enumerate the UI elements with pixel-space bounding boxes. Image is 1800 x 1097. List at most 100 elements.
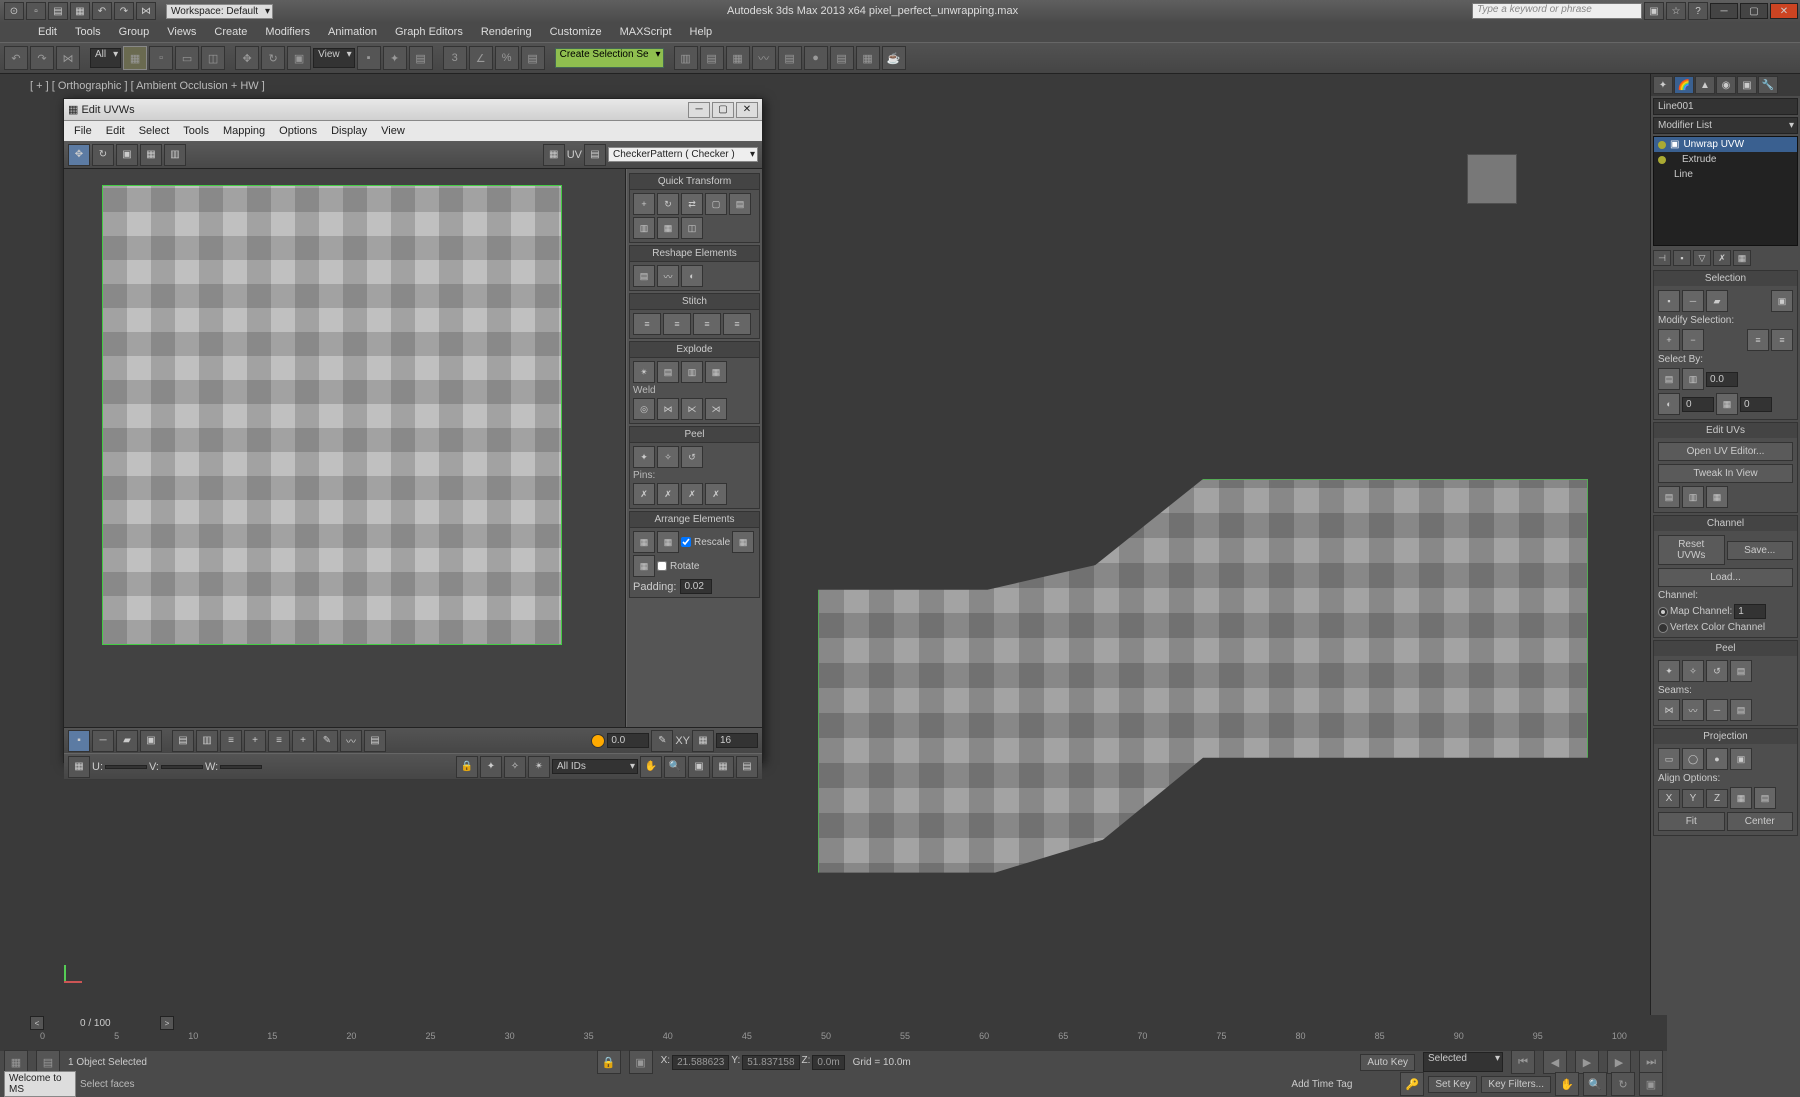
uv-close-button[interactable]: ✕ [736,102,758,118]
pack-1-icon[interactable]: ▦ [633,531,655,553]
uv-menu-options[interactable]: Options [273,123,323,139]
uv-w-field[interactable] [220,765,262,769]
menu-group[interactable]: Group [111,24,158,40]
show-end-icon[interactable]: ▪ [1673,250,1691,266]
uv-tools-4-icon[interactable]: + [244,730,266,752]
close-button[interactable]: ✕ [1770,3,1798,19]
uv-tools-3-icon[interactable]: ≡ [220,730,242,752]
lock-selection-icon[interactable]: 🔒 [597,1050,621,1074]
help-search-input[interactable]: Type a keyword or phrase [1472,3,1642,19]
qt-align-icon[interactable]: + [633,193,655,215]
tab-utilities[interactable]: 🔧 [1758,76,1778,94]
sel-face-icon[interactable]: ▰ [1706,290,1728,312]
uv-maximize-button[interactable]: ▢ [712,102,734,118]
uv-grid-snap-icon[interactable]: ▦ [692,730,714,752]
align-y-button[interactable]: Y [1682,789,1704,808]
uv-tools-9-icon[interactable]: ▤ [364,730,386,752]
tab-motion[interactable]: ◉ [1716,76,1736,94]
uv-zoom-extents-icon[interactable]: ▦ [712,756,734,778]
uv-opt-3-icon[interactable]: ✴ [528,756,550,778]
pin-1-icon[interactable]: ✗ [633,483,655,505]
select-rect-icon[interactable]: ▭ [175,46,199,70]
tab-display[interactable]: ▣ [1737,76,1757,94]
rescale-checkbox[interactable]: Rescale [681,531,730,553]
sel-edge-icon[interactable]: ─ [1682,290,1704,312]
selby-angle-spinner[interactable]: 0.0 [1706,372,1738,387]
move-icon[interactable]: ✥ [235,46,259,70]
uv-soft-falloff-icon[interactable] [591,734,605,748]
selby-4-icon[interactable]: ▦ [1716,393,1738,415]
uv-grid[interactable] [102,185,562,645]
menu-rendering[interactable]: Rendering [473,24,540,40]
explode-header[interactable]: Explode [629,341,760,358]
uv-menu-mapping[interactable]: Mapping [217,123,271,139]
uv-v-field[interactable] [161,765,203,769]
uv-brush-icon[interactable]: ✎ [651,730,673,752]
tab-modify[interactable]: 🌈 [1674,76,1694,94]
reset-uvws-button[interactable]: Reset UVWs [1658,535,1725,565]
help-icon[interactable]: ? [1688,2,1708,20]
selby-spin3[interactable]: 0 [1740,397,1772,412]
uv-poly-mode-icon[interactable]: ▰ [116,730,138,752]
selby-spin2[interactable]: 0 [1682,397,1714,412]
play-prev-icon[interactable]: ◀ [1543,1050,1567,1074]
mesh-object[interactable] [818,479,1588,889]
isolate-icon[interactable]: ▣ [629,1050,653,1074]
uv-grid-spinner[interactable]: 16 [716,733,758,748]
quickmap-2-icon[interactable]: ▥ [1682,486,1704,508]
undo-icon[interactable]: ↶ [92,2,112,20]
align-view-icon[interactable]: ▤ [1754,787,1776,809]
save-uv-button[interactable]: Save... [1727,541,1794,560]
coord-z-field[interactable]: 0.0m [812,1055,844,1070]
uv-canvas[interactable] [64,169,626,727]
reshape-straighten-icon[interactable]: ▤ [633,265,655,287]
configure-icon[interactable]: ▦ [1733,250,1751,266]
stitch-2-icon[interactable]: ≡ [663,313,691,335]
uv-opt-1-icon[interactable]: ✦ [480,756,502,778]
use-pivot-icon[interactable]: ▪ [357,46,381,70]
uv-u-field[interactable] [105,765,147,769]
maximize-button[interactable]: ▢ [1740,3,1768,19]
add-time-tag[interactable]: Add Time Tag [1291,1079,1352,1090]
menu-tools[interactable]: Tools [67,24,109,40]
mirror-icon[interactable]: ▥ [674,46,698,70]
reshape-header[interactable]: Reshape Elements [629,245,760,262]
uv-lock-icon[interactable]: 🔒 [456,756,478,778]
uv-menu-display[interactable]: Display [325,123,373,139]
setkey-button[interactable]: Set Key [1428,1076,1477,1093]
stitch-header[interactable]: Stitch [629,293,760,310]
selby-1-icon[interactable]: ▤ [1658,368,1680,390]
play-icon[interactable]: ▶ [1575,1050,1599,1074]
minimize-button[interactable]: ─ [1710,3,1738,19]
selection-rollout-header[interactable]: Selection [1654,271,1797,286]
align-z-button[interactable]: Z [1706,789,1728,808]
viewcube[interactable] [1467,154,1517,204]
save-icon[interactable]: ▦ [70,2,90,20]
peel-rollout-header[interactable]: Peel [1654,641,1797,656]
material-editor-icon[interactable]: ● [804,46,828,70]
signin-icon[interactable]: ▣ [1644,2,1664,20]
uv-abs-icon[interactable]: ▦ [68,756,90,778]
pin-4-icon[interactable]: ✗ [705,483,727,505]
qt-fit-icon[interactable]: ▢ [705,193,727,215]
uv-scale-icon[interactable]: ▣ [116,144,138,166]
uv-move-icon[interactable]: ✥ [68,144,90,166]
render-setup-icon[interactable]: ▤ [830,46,854,70]
fit-button[interactable]: Fit [1658,812,1725,831]
percent-snap-icon[interactable]: % [495,46,519,70]
uv-vertex-mode-icon[interactable]: ▪ [68,730,90,752]
uv-freeform-icon[interactable]: ▦ [140,144,162,166]
pack-2-icon[interactable]: ▦ [657,531,679,553]
uv-menu-tools[interactable]: Tools [177,123,215,139]
uv-fit-icon[interactable]: ▤ [736,756,758,778]
uv-id-dropdown[interactable]: All IDs [552,759,638,774]
tab-hierarchy[interactable]: ▲ [1695,76,1715,94]
play-next-icon[interactable]: ▶ [1607,1050,1631,1074]
proj-planar-icon[interactable]: ▭ [1658,748,1680,770]
menu-maxscript[interactable]: MAXScript [612,24,680,40]
maxscript-prompt[interactable]: Welcome to MS [4,1071,76,1097]
center-button[interactable]: Center [1727,812,1794,831]
uv-tools-8-icon[interactable]: 〰 [340,730,362,752]
arrange-header[interactable]: Arrange Elements [629,511,760,528]
scale-icon[interactable]: ▣ [287,46,311,70]
